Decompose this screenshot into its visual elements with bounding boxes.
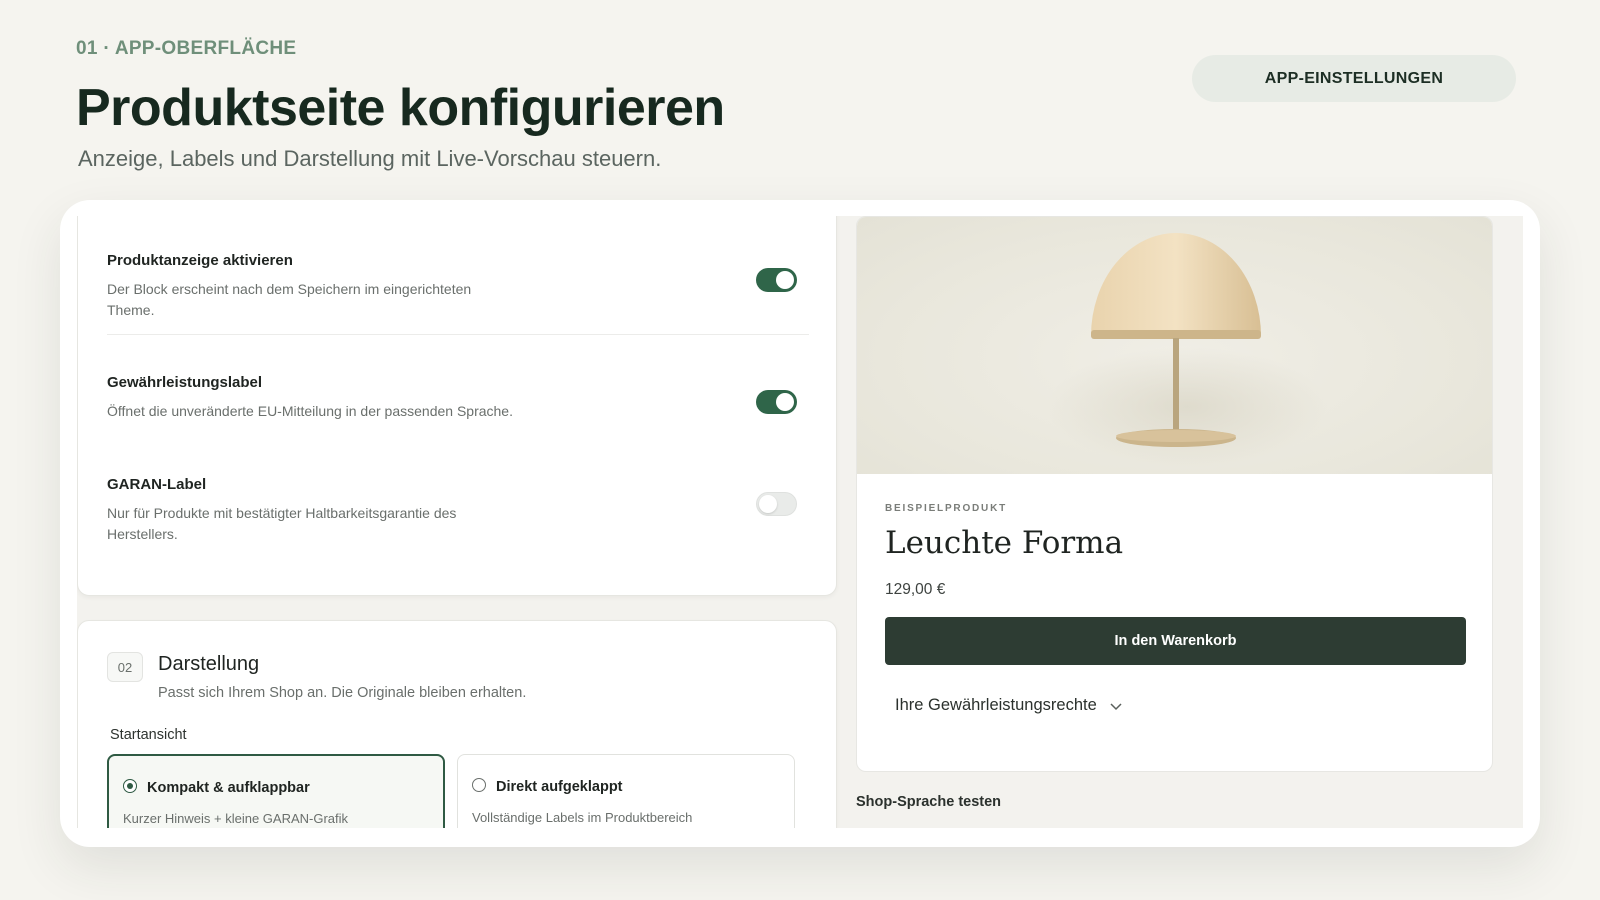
app-content: Produktanzeige aktivieren Der Block ersc… — [77, 216, 1523, 828]
product-display-toggle[interactable] — [756, 268, 797, 292]
product-image — [857, 217, 1492, 474]
setting-description: Nur für Produkte mit bestätigter Haltbar… — [107, 505, 457, 542]
start-view-label: Startansicht — [110, 727, 187, 743]
radio-selected-icon[interactable] — [123, 779, 137, 793]
live-preview-card: BEISPIELPRODUKT Leuchte Forma 129,00 € I… — [856, 216, 1493, 772]
preview-eyebrow: BEISPIELPRODUKT — [885, 503, 1008, 514]
setting-product-display: Produktanzeige aktivieren Der Block ersc… — [107, 252, 797, 321]
option-description: Vollständige Labels im Produktbereich — [472, 810, 693, 825]
warranty-rights-label: Ihre Gewährleistungsrechte — [895, 696, 1097, 714]
radio-unselected-icon[interactable] — [472, 778, 486, 792]
section-description: Passt sich Ihrem Shop an. Die Originale … — [158, 685, 527, 701]
page-title: Produktseite konfigurieren — [76, 79, 725, 137]
add-to-cart-button[interactable]: In den Warenkorb — [885, 617, 1466, 665]
toggle-knob — [759, 495, 777, 513]
garan-label-toggle[interactable] — [756, 492, 797, 516]
section-number-badge: 02 — [107, 652, 143, 682]
display-section-card: 02 Darstellung Passt sich Ihrem Shop an.… — [77, 620, 837, 828]
option-title: Direkt aufgeklappt — [496, 779, 623, 795]
option-expanded[interactable]: Direkt aufgeklappt Vollständige Labels i… — [457, 754, 795, 828]
setting-warranty-label: Gewährleistungslabel Öffnet die unveränd… — [107, 374, 797, 422]
product-name: Leuchte Forma — [885, 525, 1124, 561]
option-description: Kurzer Hinweis + kleine GARAN-Grafik — [123, 811, 349, 826]
chevron-down-icon — [1110, 702, 1122, 710]
warranty-label-toggle[interactable] — [756, 390, 797, 414]
warranty-rights-toggle[interactable]: Ihre Gewährleistungsrechte — [895, 696, 1123, 715]
setting-title: GARAN-Label — [107, 476, 207, 493]
setting-title: Gewährleistungslabel — [107, 374, 263, 391]
app-settings-button[interactable]: APP-EINSTELLUNGEN — [1192, 55, 1516, 102]
page-eyebrow: 01 · APP-OBERFLÄCHE — [76, 38, 297, 59]
divider — [107, 334, 809, 335]
lamp-image-icon — [1047, 233, 1327, 467]
setting-title: Produktanzeige aktivieren — [107, 252, 293, 269]
option-title: Kompakt & aufklappbar — [147, 780, 310, 796]
setting-description: Öffnet die unveränderte EU-Mitteilung in… — [107, 403, 513, 419]
toggle-knob — [776, 393, 794, 411]
page-subtitle: Anzeige, Labels und Darstellung mit Live… — [78, 146, 662, 171]
toggle-knob — [776, 271, 794, 289]
app-window: Produktanzeige aktivieren Der Block ersc… — [60, 200, 1540, 847]
shop-language-label: Shop-Sprache testen — [856, 794, 1002, 810]
setting-description: Der Block erscheint nach dem Speichern i… — [107, 281, 472, 318]
setting-garan-label: GARAN-Label Nur für Produkte mit bestäti… — [107, 476, 797, 545]
option-compact[interactable]: Kompakt & aufklappbar Kurzer Hinweis + k… — [107, 754, 445, 828]
product-price: 129,00 € — [885, 581, 946, 598]
section-title: Darstellung — [158, 653, 260, 675]
settings-card: Produktanzeige aktivieren Der Block ersc… — [77, 216, 837, 596]
